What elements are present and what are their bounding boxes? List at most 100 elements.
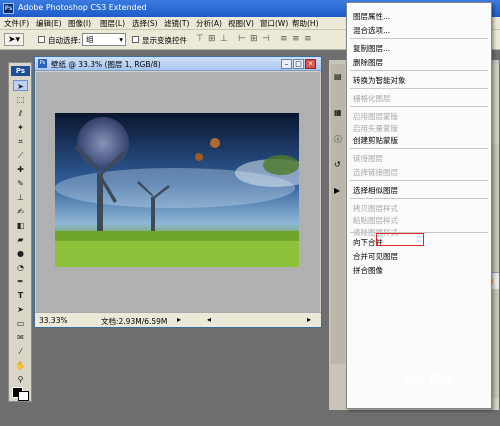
chevron-down-icon: ▾ [119,35,123,44]
navigator-panel-icon[interactable]: ▤ [334,72,342,81]
menu-item-select-similar-layers[interactable]: 选择相似图层 [353,185,398,196]
document-ps-icon: Ps [38,59,47,68]
menu-item-duplicate-layer[interactable]: 复制图层... [353,43,390,54]
menu-item-blending-options[interactable]: 混合选项... [353,25,390,36]
menu-view[interactable]: 视图(V) [228,18,254,29]
menu-edit[interactable]: 编辑(E) [36,18,62,29]
eyedropper-tool-icon[interactable]: ⁄ [13,346,28,357]
tools-palette: Ps ➤ ⬚ ℓ ✦ ⌗ ⟋ ✚ ✎ ⊥ ✍ ◧ ▰ ● ◔ ✒ T ➤ ▭ ✉… [8,62,32,402]
info-panel-icon[interactable]: ⓘ [334,134,342,145]
photoshop-logo-icon: Ps [3,3,14,14]
brush-tool-icon[interactable]: ✎ [13,178,28,189]
merge-down-highlight-box [376,233,424,246]
menu-separator [350,88,488,89]
crop-tool-icon[interactable]: ⌗ [13,136,28,147]
type-tool-icon[interactable]: T [13,290,28,301]
hand-tool-icon[interactable]: ✋ [13,360,28,371]
minimize-icon[interactable]: – [281,59,292,69]
menu-separator [350,148,488,149]
zoom-tool-icon[interactable]: ⚲ [13,374,28,385]
background-color-swatch[interactable] [18,391,29,401]
align-right-icon[interactable]: ⊣ [262,34,270,44]
distribute-bottom-icon[interactable]: ≡ [304,34,312,44]
menu-item-convert-smart-object[interactable]: 转换为智能对象 [353,75,406,86]
show-transform-checkbox[interactable] [132,36,139,43]
auto-select-value: 组 [86,35,94,44]
distribute-top-icon[interactable]: ≡ [280,34,288,44]
wallpaper-image [55,113,299,267]
menu-separator [350,180,488,181]
canvas-area[interactable] [36,72,320,312]
menu-item-delete-layer[interactable]: 删除图层 [353,57,383,68]
ps-logo-icon: Ps [11,66,30,76]
maximize-icon[interactable]: □ [293,59,304,69]
scroll-left-icon[interactable]: ◂ [207,315,211,324]
menu-separator [350,198,488,199]
align-left-icon[interactable]: ⊢ [238,34,246,44]
blur-tool-icon[interactable]: ● [13,248,28,259]
magic-wand-tool-icon[interactable]: ✦ [13,122,28,133]
menu-item-rasterize-layer: 栅格化图层 [353,94,391,103]
move-tool-icon[interactable]: ➤ [13,80,28,91]
auto-select-dropdown[interactable]: 组 ▾ [82,33,126,46]
document-title-bar[interactable]: Ps 壁纸 @ 33.3% (图层 1, RGB/8) – □ ✕ [35,57,321,71]
menu-item-paste-layer-style: 粘贴图层样式 [353,216,398,225]
menu-separator [350,38,488,39]
lasso-tool-icon[interactable]: ℓ [13,108,28,119]
menu-separator [350,70,488,71]
healing-brush-tool-icon[interactable]: ✚ [13,164,28,175]
menu-item-copy-layer-style: 拷贝图层样式 [353,204,398,213]
move-tool-preset-icon[interactable]: ➤▾ [4,33,24,46]
actions-panel-icon[interactable]: ▶ [334,186,340,195]
shape-tool-icon[interactable]: ▭ [13,318,28,329]
status-menu-arrow-icon[interactable]: ▸ [177,315,181,324]
histogram-panel-icon[interactable]: ▦ [334,108,342,117]
path-selection-tool-icon[interactable]: ➤ [13,304,28,315]
slice-tool-icon[interactable]: ⟋ [13,150,28,161]
notes-tool-icon[interactable]: ✉ [13,332,28,343]
document-status-bar: 33.33% 文档:2.93M/6.59M ▸ ◂ ▸ [35,312,321,327]
show-transform-label: 显示变换控件 [142,36,187,45]
baidu-watermark: Bai 经验 [404,372,454,386]
menu-item-select-linked-layers: 选择链接图层 [353,168,398,177]
menu-item-enable-vector-mask: 启用矢量蒙版 [353,124,398,133]
document-title: 壁纸 @ 33.3% (图层 1, RGB/8) [51,60,161,69]
menu-item-enable-layer-mask: 启用图层蒙版 [353,112,398,121]
eraser-tool-icon[interactable]: ◧ [13,220,28,231]
menu-item-create-clipping-mask[interactable]: 创建剪贴蒙版 [353,135,398,146]
menu-item-flatten-image[interactable]: 拼合图像 [353,265,383,276]
menu-select[interactable]: 选择(S) [132,18,158,29]
distribute-center-icon[interactable]: ≡ [292,34,300,44]
menu-analysis[interactable]: 分析(A) [196,18,222,29]
align-vcenter-icon[interactable]: ⊞ [208,34,216,44]
menu-help[interactable]: 帮助(H) [292,18,319,29]
align-bottom-icon[interactable]: ⊥ [220,34,228,44]
history-panel-icon[interactable]: ↺ [334,160,341,169]
marquee-tool-icon[interactable]: ⬚ [13,94,28,105]
document-window: Ps 壁纸 @ 33.3% (图层 1, RGB/8) – □ ✕ 33.33%… [34,56,322,328]
layer-context-menu: 图层属性... 混合选项... 复制图层... 删除图层 转换为智能对象 栅格化… [346,2,492,409]
close-icon[interactable]: ✕ [305,59,316,69]
menu-image[interactable]: 图像(I) [68,18,91,29]
menu-filter[interactable]: 滤镜(T) [164,18,189,29]
menu-file[interactable]: 文件(F) [4,18,29,29]
menu-item-merge-visible[interactable]: 合并可见图层 [353,251,398,262]
menu-item-layer-properties[interactable]: 图层属性... [353,11,390,22]
dodge-tool-icon[interactable]: ◔ [13,262,28,273]
menu-item-link-layers: 链接图层 [353,154,383,163]
auto-select-label: 自动选择: [48,36,81,45]
scroll-right-icon[interactable]: ▸ [307,315,311,324]
menu-layer[interactable]: 图层(L) [100,18,125,29]
zoom-level[interactable]: 33.33% [39,316,68,325]
document-info: 文档:2.93M/6.59M [101,317,168,326]
menu-separator [350,106,488,107]
align-buttons-group: ⊤ ⊞ ⊥ ⊢ ⊞ ⊣ ≡ ≡ ≡ [196,34,336,46]
align-top-icon[interactable]: ⊤ [196,34,204,44]
pen-tool-icon[interactable]: ✒ [13,276,28,287]
menu-window[interactable]: 窗口(W) [260,18,288,29]
align-hcenter-icon[interactable]: ⊞ [250,34,258,44]
auto-select-checkbox[interactable] [38,36,45,43]
gradient-tool-icon[interactable]: ▰ [13,234,28,245]
history-brush-tool-icon[interactable]: ✍ [13,206,28,217]
clone-stamp-tool-icon[interactable]: ⊥ [13,192,28,203]
